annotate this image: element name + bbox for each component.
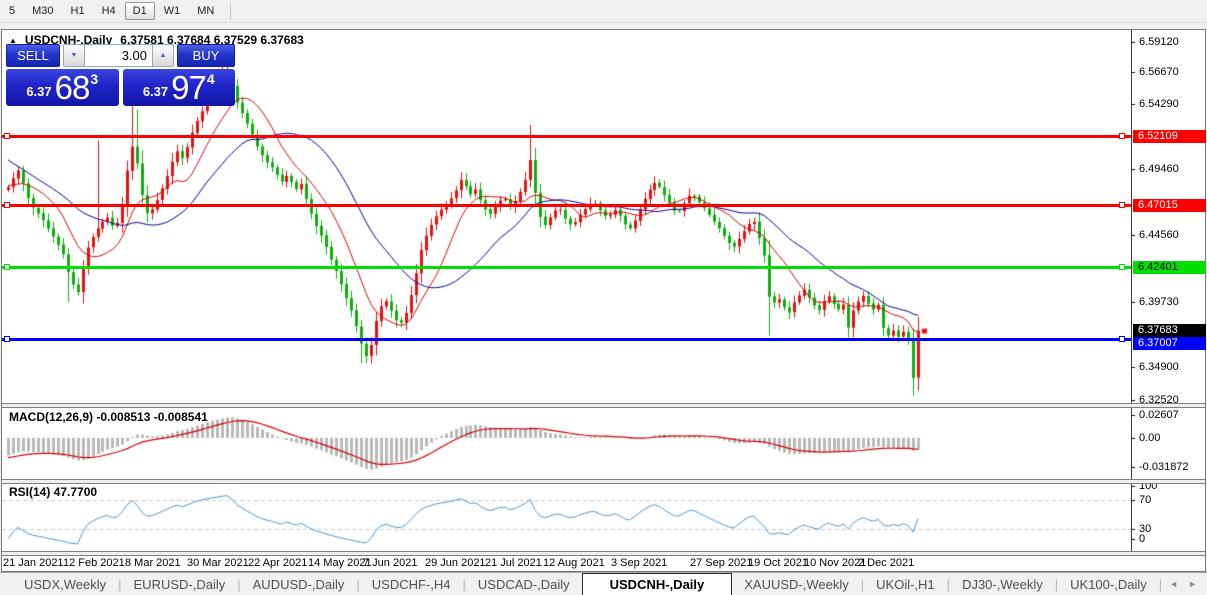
support-line-blue[interactable] (2, 338, 1131, 341)
macd-panel-separator[interactable] (2, 403, 1205, 408)
resistance-line-1-right-handle[interactable] (1119, 133, 1125, 139)
macd-indicator-label: MACD(12,26,9) -0.008513 -0.008541 (9, 410, 208, 424)
macd-axis-label: 0.02607 (1139, 409, 1179, 421)
price-axis-border (1131, 30, 1132, 555)
buy-button[interactable]: BUY (177, 44, 235, 67)
sell-price-pip: 3 (90, 71, 98, 87)
chart-canvas[interactable] (2, 30, 1205, 571)
symbol-tab-bar: USDX,Weekly|EURUSD-,Daily|AUDUSD-,Daily|… (0, 572, 1207, 595)
timeframe-button-d1[interactable]: D1 (125, 2, 155, 20)
rsi-panel-separator[interactable] (2, 479, 1205, 484)
sell-price-box[interactable]: 6.37 68 3 (6, 69, 119, 106)
date-axis-label: 29 Jun 2021 (425, 557, 486, 569)
timeframe-button-5[interactable]: 5 (1, 2, 23, 20)
price-axis-label: 6.49460 (1139, 163, 1179, 175)
rsi-axis-label: 0 (1139, 533, 1145, 545)
resistance-line-2-right-handle[interactable] (1119, 202, 1125, 208)
sell-button[interactable]: SELL (6, 44, 60, 67)
price-axis-label: 6.59120 (1139, 36, 1179, 48)
date-axis-label: 2 Dec 2021 (858, 557, 914, 569)
tab-usdcnh-daily[interactable]: USDCNH-,Daily (582, 573, 733, 595)
date-axis-label: 21 Jan 2021 (3, 557, 64, 569)
date-axis-label: 3 Sep 2021 (611, 557, 667, 569)
resistance-line-1-price-badge: 6.52109 (1133, 130, 1206, 143)
resistance-line-2[interactable] (2, 204, 1131, 207)
resistance-line-2-price-badge: 6.47015 (1133, 199, 1206, 212)
timeframe-button-h1[interactable]: H1 (63, 2, 93, 20)
volume-input[interactable]: 3.00 (85, 44, 152, 67)
tab-dj30-weekly[interactable]: DJ30-,Weekly (950, 573, 1055, 595)
date-axis-label: 21 Jul 2021 (485, 557, 542, 569)
date-axis-label: 30 Mar 2021 (187, 557, 249, 569)
price-axis-label: 6.34900 (1139, 361, 1179, 373)
toolbar-divider (230, 3, 231, 20)
current-price-badge: 6.37683 (1133, 324, 1206, 337)
timeframe-button-mn[interactable]: MN (189, 2, 222, 20)
support-line-blue-left-handle[interactable] (4, 336, 10, 342)
price-axis-label: 6.54290 (1139, 98, 1179, 110)
support-line-blue-right-handle[interactable] (1119, 336, 1125, 342)
date-axis-label: 12 Aug 2021 (543, 557, 605, 569)
support-line-green[interactable] (2, 266, 1131, 269)
macd-axis-label: 0.00 (1139, 432, 1160, 444)
buy-price-box[interactable]: 6.37 97 4 (123, 69, 236, 106)
date-axis-label: 22 Apr 2021 (248, 557, 307, 569)
tab-scroll-left-icon[interactable]: ◄ (1169, 579, 1178, 589)
resistance-line-1[interactable] (2, 135, 1131, 138)
tab-xauusd-weekly[interactable]: XAUUSD-,Weekly (732, 573, 861, 595)
price-axis-label: 6.44560 (1139, 229, 1179, 241)
volume-increase-button[interactable]: ▲ (152, 44, 174, 67)
sell-price-main: 68 (55, 74, 90, 102)
tab-audusd-daily[interactable]: AUDUSD-,Daily (241, 573, 357, 595)
tab-usdx-weekly[interactable]: USDX,Weekly (12, 573, 118, 595)
chart-window: ▲ USDCNH-,Daily 6.37581 6.37684 6.37529 … (1, 29, 1206, 572)
date-axis-label: 7 Jun 2021 (363, 557, 417, 569)
support-line-blue-price-badge: 6.37007 (1133, 337, 1206, 350)
buy-price-pip: 4 (207, 71, 215, 87)
rsi-axis-label: 70 (1139, 494, 1151, 506)
tab-usdcad-daily[interactable]: USDCAD-,Daily (466, 573, 582, 595)
buy-price-prefix: 6.37 (143, 84, 168, 99)
tab-usdchf-h4[interactable]: USDCHF-,H4 (360, 573, 463, 595)
macd-axis-label: -0.031872 (1139, 461, 1189, 473)
date-axis-label: 19 Oct 2021 (748, 557, 808, 569)
timeframe-button-m30[interactable]: M30 (24, 2, 61, 20)
resistance-line-1-left-handle[interactable] (4, 133, 10, 139)
buy-price-main: 97 (171, 74, 206, 102)
rsi-indicator-label: RSI(14) 47.7700 (9, 485, 97, 499)
date-axis-label: 27 Sep 2021 (690, 557, 752, 569)
tab-scroll-right-icon[interactable]: ► (1188, 579, 1197, 589)
tab-eurusd-daily[interactable]: EURUSD-,Daily (122, 573, 238, 595)
one-click-trade-panel: SELL ▼ 3.00 ▲ BUY 6.37 68 3 6.37 97 4 (6, 44, 235, 106)
support-line-green-price-badge: 6.42401 (1133, 261, 1206, 274)
date-axis-label: 8 Mar 2021 (125, 557, 181, 569)
timeframe-button-w1[interactable]: W1 (156, 2, 189, 20)
volume-decrease-button[interactable]: ▼ (63, 44, 85, 67)
support-line-green-right-handle[interactable] (1119, 264, 1125, 270)
timeframe-toolbar: 5M30H1H4D1W1MN (0, 0, 1207, 23)
tab-ukoil-h1[interactable]: UKOil-,H1 (864, 573, 947, 595)
tab-scroll-arrows: ◄► (1169, 573, 1207, 595)
price-axis-label: 6.56670 (1139, 66, 1179, 78)
resistance-line-2-left-handle[interactable] (4, 202, 10, 208)
date-axis-label: 12 Feb 2021 (63, 557, 125, 569)
support-line-green-left-handle[interactable] (4, 264, 10, 270)
sell-price-prefix: 6.37 (26, 84, 51, 99)
tab-uk100-daily[interactable]: UK100-,Daily (1058, 573, 1159, 595)
price-axis-label: 6.39730 (1139, 296, 1179, 308)
date-axis-separator (2, 551, 1205, 556)
tab-separator: | (1159, 573, 1162, 595)
timeframe-button-h4[interactable]: H4 (94, 2, 124, 20)
